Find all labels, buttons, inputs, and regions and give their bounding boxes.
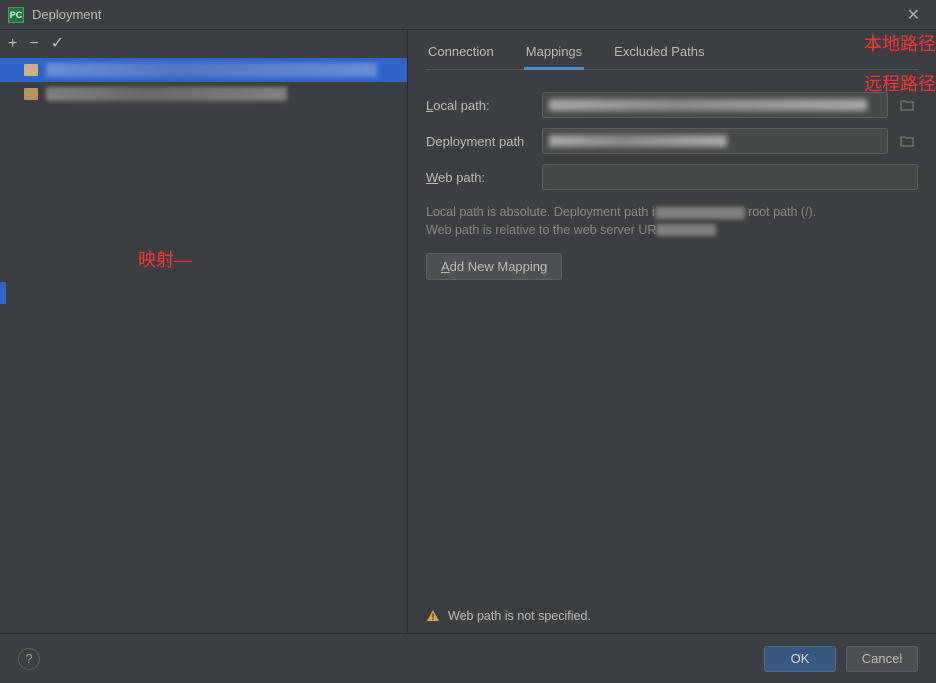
server-item[interactable] bbox=[0, 82, 407, 106]
dialog-footer: ? OK Cancel bbox=[0, 633, 936, 683]
server-toolbar: + − ✓ bbox=[0, 30, 407, 58]
deployment-path-input[interactable] bbox=[542, 128, 888, 154]
help-text: Local path is absolute. Deployment path … bbox=[426, 204, 918, 239]
deployment-path-label: Deployment path bbox=[426, 134, 534, 149]
server-name-redacted bbox=[46, 87, 287, 101]
web-path-input[interactable] bbox=[542, 164, 918, 190]
web-path-label: Web path: bbox=[426, 170, 534, 185]
add-new-mapping-button[interactable]: Add New Mapping bbox=[426, 253, 562, 280]
app-icon: PC bbox=[8, 7, 24, 23]
local-path-row: Local path: bbox=[426, 88, 918, 122]
ok-button[interactable]: OK bbox=[764, 646, 836, 672]
server-item-selected[interactable] bbox=[0, 58, 407, 82]
folder-icon bbox=[24, 88, 38, 100]
warning-row: Web path is not specified. bbox=[426, 609, 918, 623]
browse-deployment-icon[interactable] bbox=[896, 128, 918, 154]
annotation-mapping: 映射— bbox=[138, 246, 192, 272]
add-server-icon[interactable]: + bbox=[8, 36, 17, 52]
browse-local-icon[interactable] bbox=[896, 92, 918, 118]
set-default-icon[interactable]: ✓ bbox=[51, 36, 64, 52]
tab-mappings[interactable]: Mappings bbox=[524, 38, 584, 70]
folder-icon bbox=[24, 64, 38, 76]
tab-excluded-paths[interactable]: Excluded Paths bbox=[612, 38, 706, 69]
warning-text: Web path is not specified. bbox=[448, 609, 591, 623]
local-path-label: Local path: bbox=[426, 98, 534, 113]
tabs: Connection Mappings Excluded Paths bbox=[426, 38, 918, 70]
window-title: Deployment bbox=[32, 7, 101, 22]
tab-connection[interactable]: Connection bbox=[426, 38, 496, 69]
server-list-panel: + − ✓ 映射— bbox=[0, 30, 408, 633]
help-button[interactable]: ? bbox=[18, 648, 40, 670]
local-path-input[interactable] bbox=[542, 92, 888, 118]
web-path-row: Web path: bbox=[426, 160, 918, 194]
remove-server-icon[interactable]: − bbox=[29, 36, 38, 52]
mapping-form: Local path: Deployment path Web path: Lo… bbox=[426, 88, 918, 280]
close-icon[interactable]: ✕ bbox=[899, 5, 928, 25]
deployment-path-row: Deployment path bbox=[426, 124, 918, 158]
settings-panel: Connection Mappings Excluded Paths Local… bbox=[408, 30, 936, 633]
titlebar: PC Deployment ✕ bbox=[0, 0, 936, 30]
cancel-button[interactable]: Cancel bbox=[846, 646, 918, 672]
server-name-redacted bbox=[46, 63, 377, 77]
warning-icon bbox=[426, 609, 440, 623]
selection-indicator bbox=[0, 282, 6, 304]
